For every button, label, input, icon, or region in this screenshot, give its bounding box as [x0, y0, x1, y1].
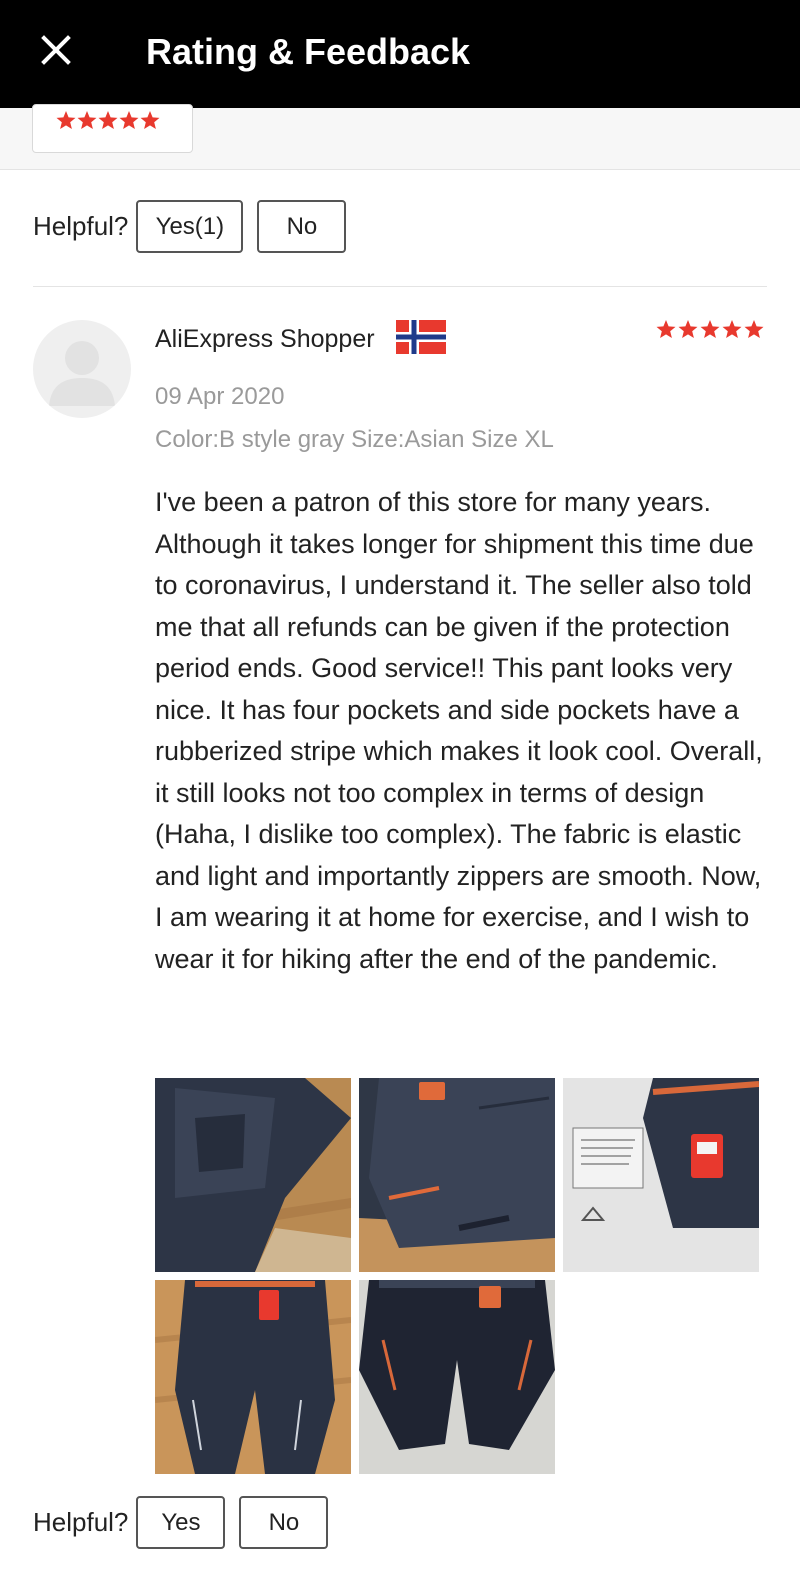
previous-review-stars-card — [32, 104, 193, 153]
user-avatar-icon — [49, 341, 115, 406]
close-icon[interactable] — [36, 30, 76, 70]
helpful-no-button[interactable]: No — [257, 200, 347, 253]
review-text: I've been a patron of this store for man… — [155, 487, 763, 974]
review-photo[interactable] — [155, 1280, 351, 1474]
helpful-no-button[interactable]: No — [239, 1496, 329, 1549]
helpful-label: Helpful? — [33, 211, 129, 241]
helpful-yes-button[interactable]: Yes — [136, 1496, 226, 1549]
star-rating-icon — [56, 111, 160, 129]
review-star-rating-icon — [656, 320, 764, 338]
review-date: 09 Apr 2020 — [155, 383, 285, 410]
helpful-yes-button[interactable]: Yes(1) — [136, 200, 244, 253]
product-variant: Color:B style gray Size:Asian Size XL — [155, 426, 554, 453]
previous-review-area — [0, 104, 800, 170]
reviewer-name: AliExpress Shopper — [155, 325, 375, 353]
page-title: Rating & Feedback — [146, 31, 471, 72]
review-photo[interactable] — [359, 1078, 555, 1272]
helpful-label: Helpful? — [33, 1507, 129, 1537]
review-photo[interactable] — [563, 1078, 759, 1272]
helpful-row-previous: Helpful? Yes(1) No — [33, 200, 360, 253]
header-bar: Rating & Feedback — [0, 0, 800, 108]
divider — [33, 286, 767, 287]
norway-flag-icon — [396, 320, 446, 354]
review-photo[interactable] — [155, 1078, 351, 1272]
review-photo[interactable] — [359, 1280, 555, 1474]
helpful-row-review: Helpful? Yes No — [33, 1496, 342, 1549]
avatar — [33, 320, 131, 418]
